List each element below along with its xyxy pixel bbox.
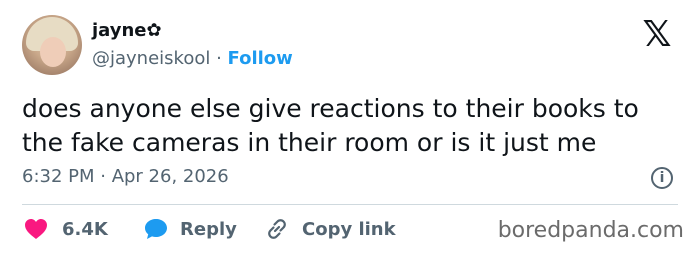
handle[interactable]: @jayneiskool xyxy=(92,48,210,69)
avatar-face xyxy=(40,37,66,67)
speech-bubble-icon xyxy=(145,219,167,239)
reply-label: Reply xyxy=(180,218,237,240)
like-count: 6.4K xyxy=(62,218,108,240)
reply-button[interactable]: Reply xyxy=(144,215,237,243)
handle-line: @jayneiskool · Follow xyxy=(92,48,293,69)
divider xyxy=(22,204,678,205)
timestamp[interactable]: 6:32 PM · Apr 26, 2026 xyxy=(22,166,229,187)
avatar[interactable] xyxy=(22,15,82,75)
copy-link-label: Copy link xyxy=(302,218,396,240)
link-icon xyxy=(268,219,286,239)
follow-button[interactable]: Follow xyxy=(228,48,293,69)
tweet-text: does anyone else give reactions to their… xyxy=(22,94,639,157)
watermark: boredpanda.com xyxy=(497,218,684,243)
copy-link-button[interactable]: Copy link xyxy=(264,215,396,243)
info-icon[interactable]: i xyxy=(651,167,673,189)
display-name[interactable]: jayne✿ xyxy=(92,20,162,41)
x-logo-icon[interactable]: 𝕏 xyxy=(637,17,677,53)
handle-separator: · xyxy=(210,48,228,69)
like-button[interactable]: 6.4K xyxy=(24,215,108,243)
heart-icon xyxy=(25,219,47,239)
